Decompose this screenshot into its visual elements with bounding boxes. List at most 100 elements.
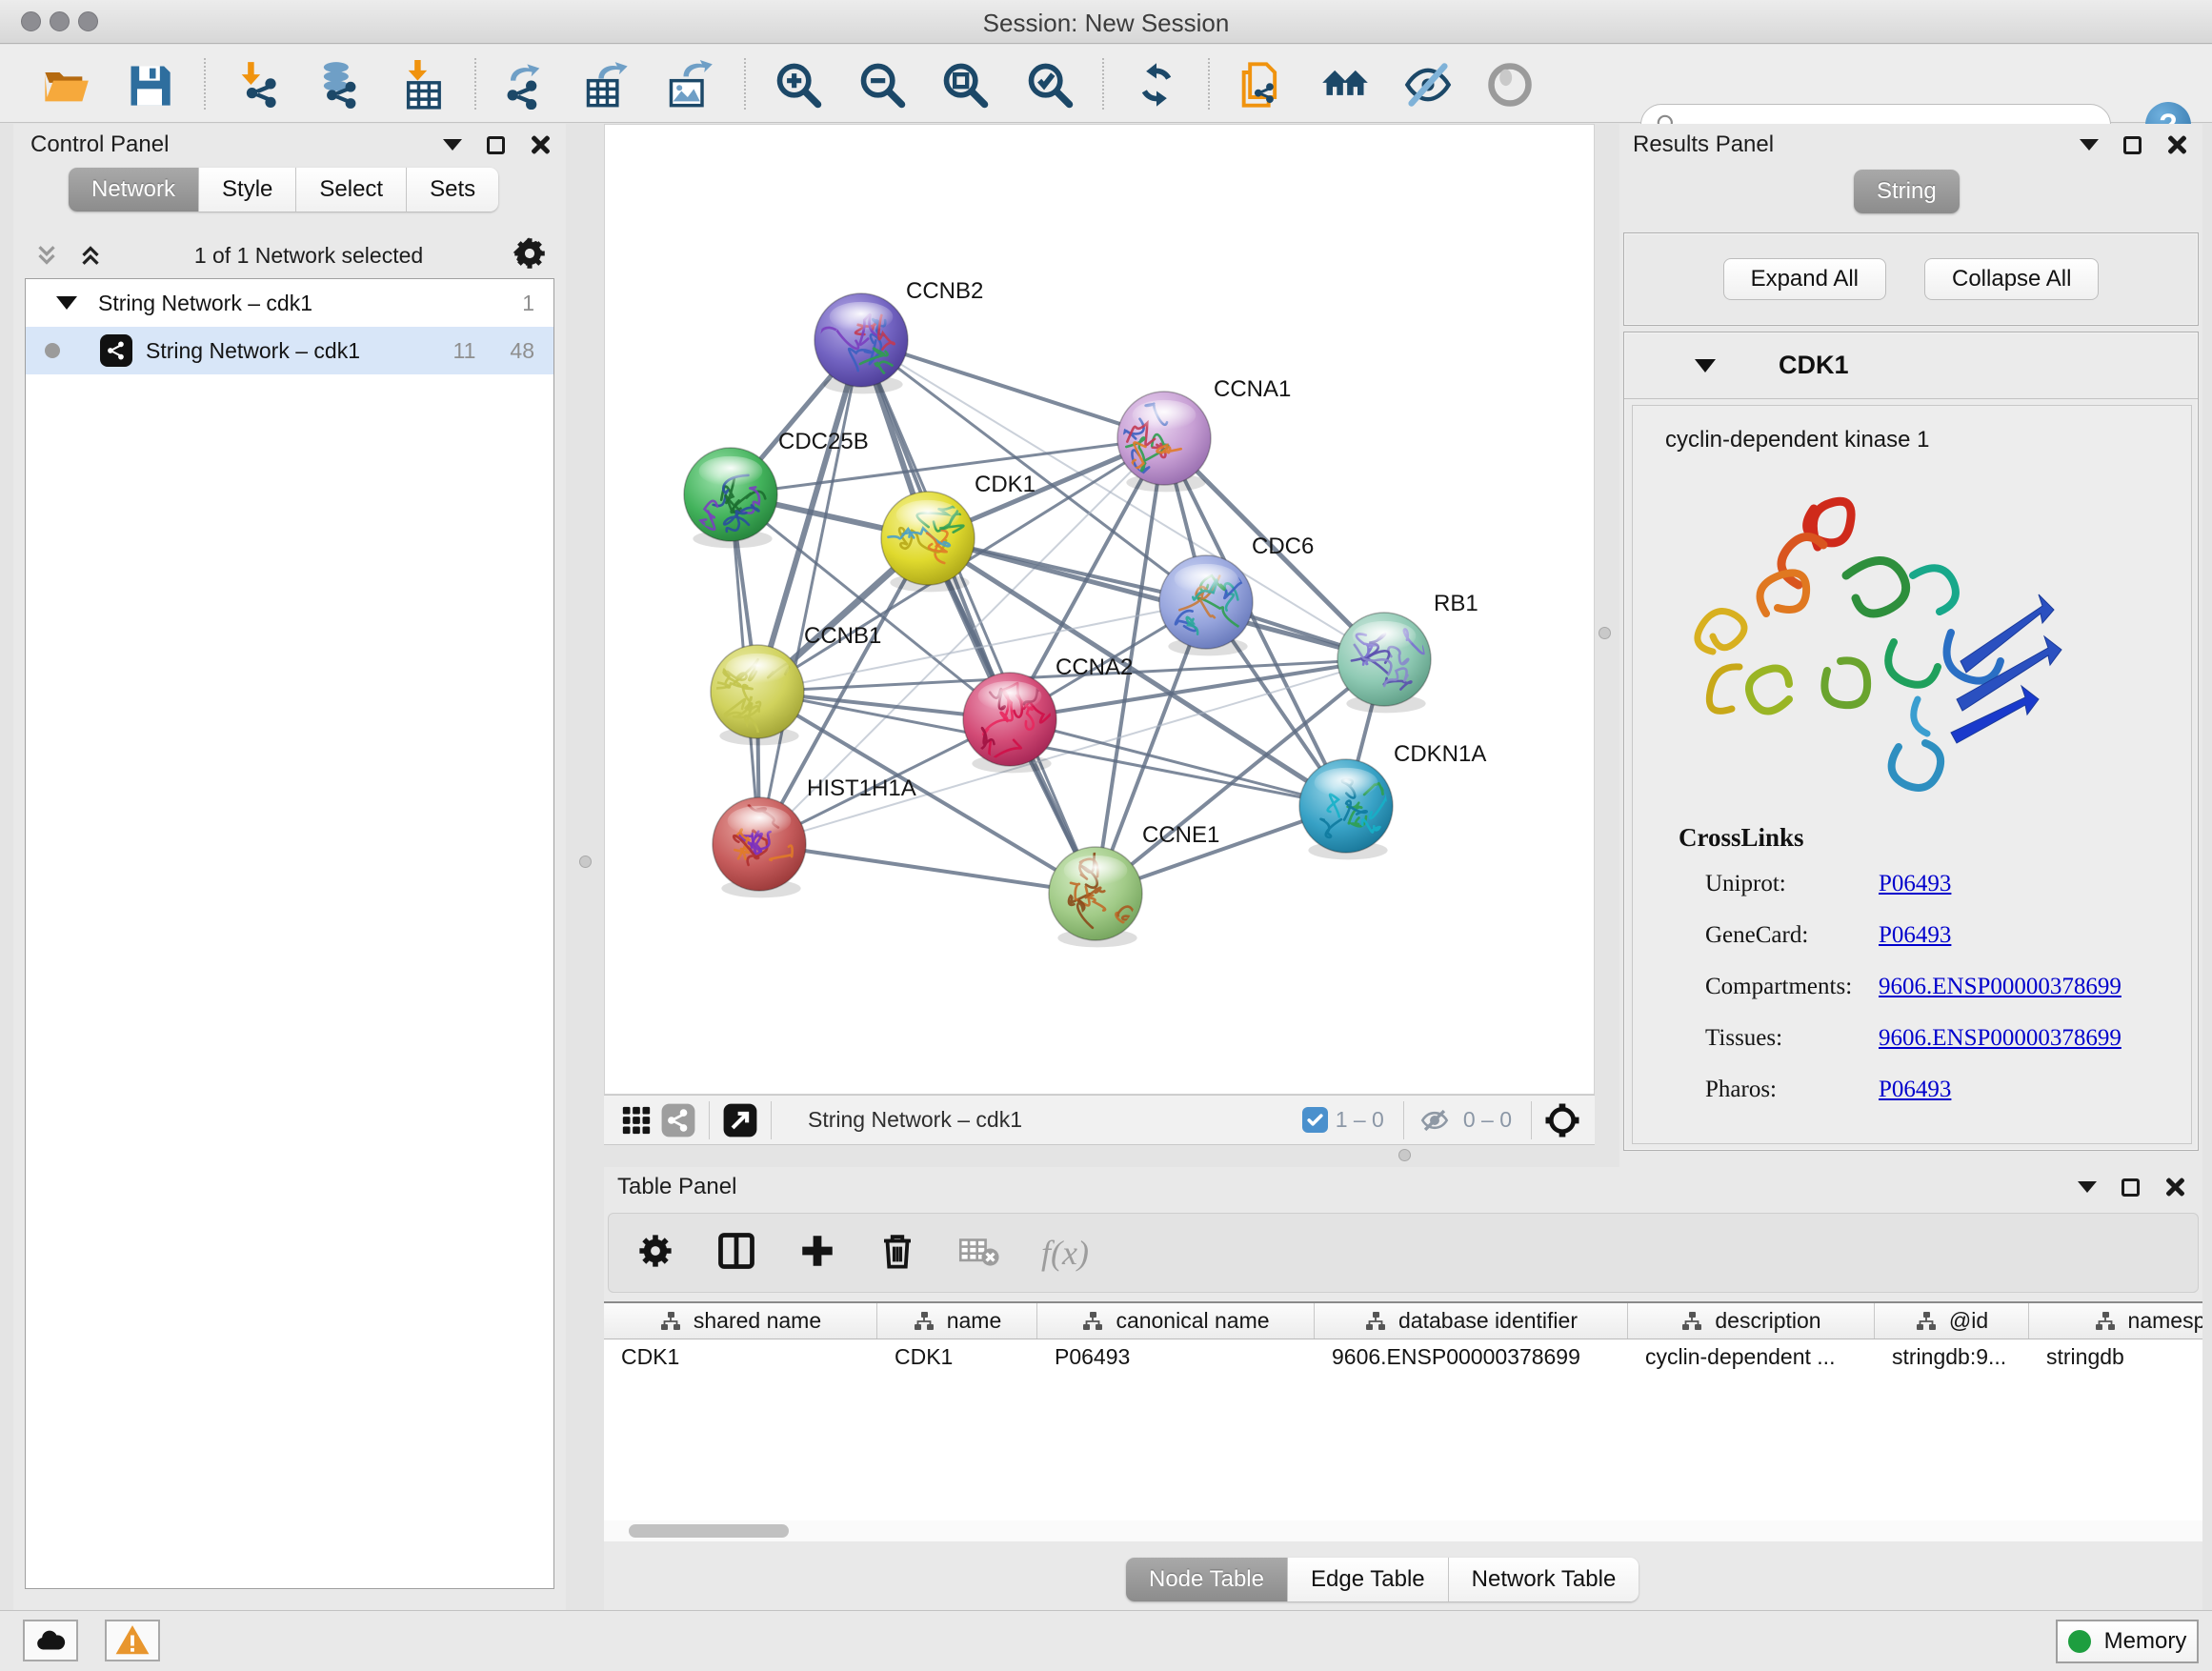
show-graphics-details-icon[interactable] [1482,57,1538,112]
panel-float-icon[interactable] [487,136,505,154]
column-header[interactable]: canonical name [1037,1303,1315,1339]
table-cell[interactable]: stringdb [2029,1344,2202,1370]
gene-section-header[interactable]: CDK1 [1624,332,2198,399]
tab-edge-table[interactable]: Edge Table [1288,1558,1449,1601]
tab-string[interactable]: String [1854,170,1960,213]
horizontal-splitter-handle[interactable] [1398,1149,1411,1161]
network-options-gear-icon[interactable] [513,236,547,275]
collapse-all-button[interactable]: Collapse All [1924,258,2099,300]
panel-float-icon[interactable] [2122,1178,2140,1197]
tab-node-table[interactable]: Node Table [1126,1558,1288,1601]
tab-sets[interactable]: Sets [407,168,498,211]
network-tree-root-row[interactable]: String Network – cdk1 1 [26,279,553,327]
network-canvas[interactable]: CCNB2CCNA1CDC25BCDK1CDC6RB1CCNB1CCNA2CDK… [604,124,1595,1095]
table-horizontal-scrollbar[interactable] [604,1520,2202,1541]
tree-expand-icon[interactable] [56,296,77,310]
collapse-all-networks-icon[interactable] [32,241,61,270]
refresh-icon[interactable] [1129,57,1184,112]
table-cell[interactable]: stringdb:9... [1875,1344,2029,1370]
network-overview-icon[interactable] [657,1101,699,1139]
panel-menu-icon[interactable] [2080,139,2099,151]
crosslink-link[interactable]: P06493 [1879,922,1951,949]
function-builder-icon[interactable]: f(x) [1041,1233,1089,1273]
column-header[interactable]: database identifier [1315,1303,1628,1339]
panel-close-icon[interactable] [2164,1177,2185,1198]
cloud-button[interactable] [23,1620,78,1661]
network-edge-CCNB2-CCNE1[interactable] [861,340,1096,894]
network-edge-HIST1H1A-CCNE1[interactable] [759,844,1096,894]
export-image-icon[interactable] [662,57,717,112]
zoom-in-icon[interactable] [771,57,826,112]
crosslink-link[interactable]: P06493 [1879,1077,1951,1103]
panel-menu-icon[interactable] [2078,1181,2097,1193]
network-node-HIST1H1A[interactable] [713,797,806,891]
zoom-fit-icon[interactable] [937,57,993,112]
fit-selected-crosshair-icon[interactable] [1541,1101,1583,1139]
column-header[interactable]: name [877,1303,1037,1339]
column-header[interactable]: description [1628,1303,1875,1339]
network-node-CDC6[interactable] [1159,555,1253,649]
column-header[interactable]: shared name [604,1303,877,1339]
open-session-icon[interactable] [38,57,93,112]
left-splitter-handle[interactable] [579,856,592,868]
node-label-CDC6: CDC6 [1252,534,1314,559]
panel-close-icon[interactable] [2166,134,2187,155]
detach-view-icon[interactable] [719,1101,761,1139]
crosslink-link[interactable]: 9606.ENSP00000378699 [1879,1025,2122,1052]
crosslink-link[interactable]: 9606.ENSP00000378699 [1879,974,2122,1000]
network-node-CDC25B[interactable] [684,448,777,541]
crosslink-link[interactable]: P06493 [1879,871,1951,897]
create-column-icon[interactable] [797,1231,837,1276]
export-table-icon[interactable] [579,57,634,112]
tab-style[interactable]: Style [199,168,296,211]
import-network-database-icon[interactable] [311,57,366,112]
expand-all-button[interactable]: Expand All [1723,258,1886,300]
network-edge-CCNB2-HIST1H1A[interactable] [759,340,861,844]
table-options-gear-icon[interactable] [635,1231,675,1276]
home-views-icon[interactable] [1317,57,1373,112]
right-splitter-handle[interactable] [1599,627,1611,639]
clone-network-icon[interactable] [1233,57,1288,112]
table-cell[interactable]: 9606.ENSP00000378699 [1315,1344,1628,1370]
table-row[interactable]: CDK1 CDK1 P06493 9606.ENSP00000378699 cy… [604,1339,2202,1374]
network-edge-CCNB2-CCNA1[interactable] [861,340,1164,438]
table-cell[interactable]: cyclin-dependent ... [1628,1344,1875,1370]
delete-table-icon[interactable] [957,1229,1001,1278]
scrollbar-thumb[interactable] [629,1524,789,1538]
import-network-file-icon[interactable] [231,57,286,112]
zoom-out-icon[interactable] [855,57,910,112]
hide-graphics-details-icon[interactable] [1400,57,1456,112]
panel-menu-icon[interactable] [443,139,462,151]
show-columns-icon[interactable] [715,1230,757,1277]
memory-button[interactable]: Memory [2056,1620,2199,1663]
tab-select[interactable]: Select [296,168,407,211]
zoom-selected-icon[interactable] [1022,57,1077,112]
network-node-CDK1[interactable] [881,492,975,585]
panel-close-icon[interactable] [530,134,551,155]
save-session-icon[interactable] [122,57,177,112]
network-node-RB1[interactable] [1337,613,1431,706]
network-node-CCNA1[interactable] [1117,392,1211,485]
network-node-CCNB1[interactable] [711,645,804,738]
network-node-CDKN1A[interactable] [1299,759,1408,853]
gene-collapse-icon[interactable] [1695,359,1716,372]
selected-nodes-checkbox-icon[interactable] [1302,1107,1328,1133]
tab-network-table[interactable]: Network Table [1449,1558,1639,1601]
network-tree-child-row[interactable]: String Network – cdk1 11 48 [26,327,553,374]
export-network-icon[interactable] [495,57,551,112]
grid-view-icon[interactable] [615,1101,657,1139]
column-header[interactable]: @id [1875,1303,2029,1339]
panel-float-icon[interactable] [2123,136,2142,154]
table-cell[interactable]: CDK1 [604,1344,877,1370]
warnings-button[interactable] [105,1620,160,1661]
network-edge-CDK1-RB1[interactable] [928,538,1384,659]
network-node-CCNB2[interactable] [814,293,908,387]
network-node-CCNA2[interactable] [963,673,1063,766]
column-header[interactable]: namespace [2029,1303,2202,1339]
table-cell[interactable]: CDK1 [877,1344,1037,1370]
tab-network[interactable]: Network [69,168,199,211]
delete-columns-trash-icon[interactable] [877,1231,917,1276]
table-cell[interactable]: P06493 [1037,1344,1315,1370]
import-table-file-icon[interactable] [397,57,452,112]
expand-all-networks-icon[interactable] [76,241,105,270]
